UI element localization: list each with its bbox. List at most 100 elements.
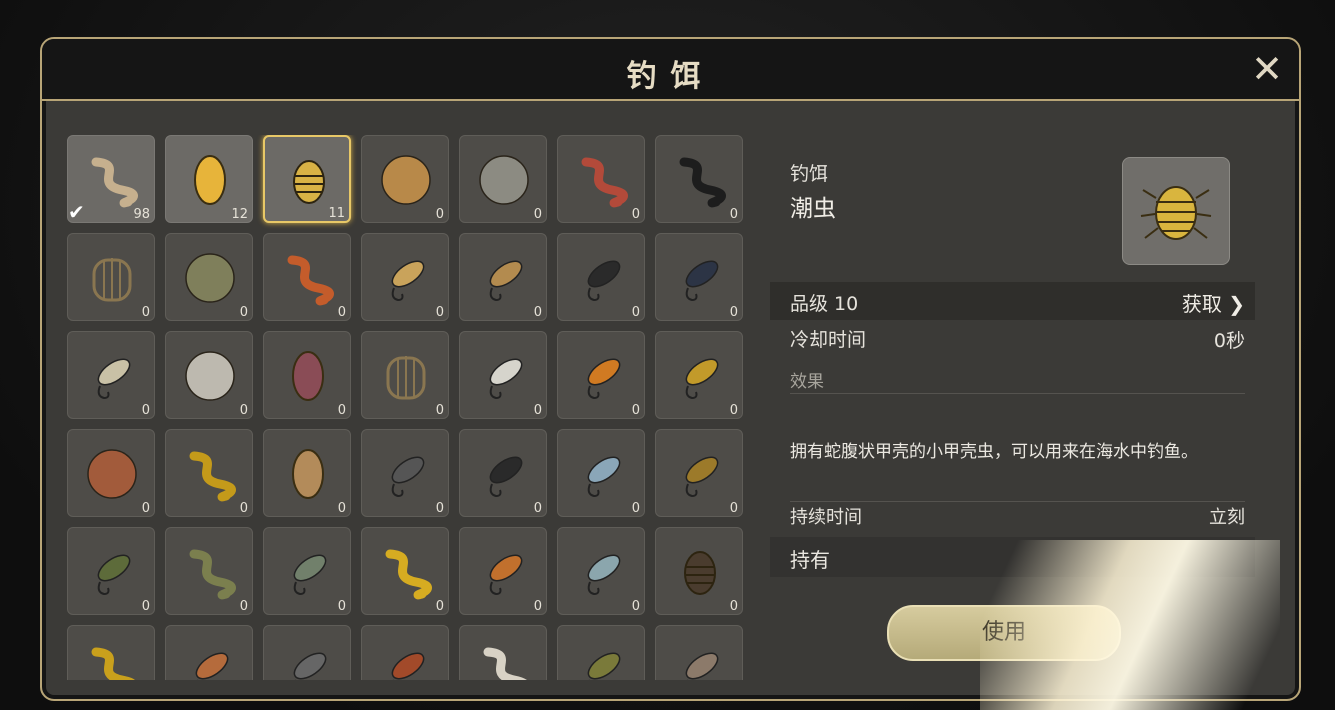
bait-slot[interactable]: 0 — [67, 527, 155, 615]
bait-slot[interactable] — [165, 625, 253, 680]
bait-slot[interactable]: 98 ✔ — [67, 135, 155, 224]
bait-slot[interactable] — [557, 625, 645, 680]
white-spoon-icon — [97, 358, 131, 400]
bait-slot[interactable]: 0 — [655, 527, 743, 615]
item-count: 0 — [435, 501, 444, 516]
bait-slot[interactable]: 0 — [557, 135, 645, 223]
window-title: 钓饵 — [626, 59, 715, 94]
crank-lure-icon — [489, 456, 523, 498]
bait-slot[interactable]: 11 — [263, 135, 351, 223]
item-count: 0 — [729, 599, 738, 614]
bait-slot[interactable]: 0 — [459, 429, 547, 517]
dragonfly-lure-icon — [391, 652, 425, 680]
spinner-lure-icon — [391, 456, 425, 498]
bait-slot[interactable]: 0 — [165, 527, 253, 615]
bait-slot[interactable]: 0 — [655, 135, 743, 223]
item-count: 0 — [239, 305, 248, 320]
item-thumbnail — [1122, 157, 1230, 265]
checkmark-icon: ✔ — [68, 200, 85, 224]
item-count: 0 — [533, 207, 542, 222]
bait-slot[interactable]: 0 — [361, 429, 449, 517]
bait-slot[interactable]: 0 — [165, 331, 253, 419]
red-worm-icon — [581, 157, 629, 208]
bait-slot[interactable] — [67, 625, 155, 680]
item-count: 0 — [631, 403, 640, 418]
bait-slot[interactable]: 0 — [459, 331, 547, 419]
item-count: 98 — [133, 207, 150, 222]
close-icon[interactable]: ✕ — [1249, 50, 1285, 88]
centipede-bait-icon — [91, 157, 139, 208]
bait-slot[interactable]: 0 — [361, 135, 449, 223]
bait-slot[interactable] — [361, 625, 449, 680]
item-count: 0 — [631, 501, 640, 516]
lizard-lure-icon — [293, 554, 327, 596]
bait-slot[interactable] — [459, 625, 547, 680]
item-count: 11 — [328, 206, 345, 221]
bait-slot[interactable]: 0 — [655, 233, 743, 321]
beetle-icon — [684, 551, 716, 595]
bait-slot[interactable] — [655, 625, 743, 680]
bait-slot[interactable]: 0 — [557, 527, 645, 615]
black-coil-icon — [679, 157, 727, 208]
bait-window: 钓饵 ✕ 98 ✔ 12 11 0 0 0 0 0 0 0 0 0 0 0 0 0 0 0 0 0 0 0 0 0 0 0 0 0 0 0 0… — [40, 37, 1301, 701]
bait-slot[interactable]: 0 — [557, 233, 645, 321]
cooldown-value: 0秒 — [1213, 330, 1245, 352]
bait-slot[interactable]: 0 — [263, 429, 351, 517]
bait-slot[interactable]: 0 — [67, 233, 155, 321]
grub-icon — [292, 449, 324, 499]
green-ball-icon — [185, 253, 235, 303]
bait-slot[interactable]: 0 — [263, 233, 351, 321]
feather-fly-icon — [685, 358, 719, 400]
item-count: 0 — [435, 599, 444, 614]
dough-ball-icon — [381, 155, 431, 205]
blue-spoon-icon — [587, 456, 621, 498]
bait-slot[interactable]: 0 — [655, 331, 743, 419]
item-count: 0 — [729, 403, 738, 418]
frog-lure-icon — [97, 554, 131, 596]
bait-slot[interactable]: 0 — [263, 331, 351, 419]
bait-slot[interactable]: 12 — [165, 135, 253, 223]
bait-slot[interactable]: 0 — [459, 233, 547, 321]
use-button[interactable]: 使用 — [887, 605, 1121, 661]
orange-worm-icon — [287, 255, 335, 306]
fly-lure-icon — [685, 260, 719, 302]
bait-slot[interactable] — [263, 625, 351, 680]
item-count: 0 — [337, 599, 346, 614]
title-bar: 钓饵 ✕ — [42, 39, 1299, 101]
item-count: 0 — [239, 501, 248, 516]
yellow-worm-icon — [189, 451, 237, 502]
white-ball-icon — [185, 351, 235, 401]
effect-label: 效果 — [790, 372, 824, 392]
bait-slot[interactable]: 0 — [67, 429, 155, 517]
grey-ball-icon — [479, 155, 529, 205]
bait-slot[interactable]: 0 — [165, 233, 253, 321]
bait-slot[interactable]: 0 — [263, 527, 351, 615]
bait-slot[interactable]: 0 — [165, 429, 253, 517]
bait-slot[interactable]: 0 — [67, 331, 155, 419]
duration-value: 立刻 — [1209, 507, 1245, 528]
item-description: 拥有蛇腹状甲壳的小甲壳虫，可以用来在海水中钓鱼。 — [790, 442, 1198, 462]
get-button[interactable]: 获取 ❯ — [1182, 288, 1245, 317]
bait-slot[interactable]: 0 — [557, 429, 645, 517]
divider — [790, 393, 1245, 394]
bait-slot[interactable]: 0 — [459, 527, 547, 615]
item-count: 0 — [337, 305, 346, 320]
bait-slot[interactable]: 0 — [557, 331, 645, 419]
item-count: 0 — [141, 599, 150, 614]
bait-slot[interactable]: 0 — [361, 233, 449, 321]
orange-spoon-icon — [587, 358, 621, 400]
chevron-right-icon: ❯ — [1221, 292, 1245, 316]
item-count: 0 — [533, 305, 542, 320]
squid-icon — [293, 652, 327, 680]
bait-slot[interactable]: 0 — [361, 331, 449, 419]
bait-slot[interactable]: 0 — [655, 429, 743, 517]
bait-slot[interactable]: 0 — [459, 135, 547, 223]
bait-grid: 98 ✔ 12 11 0 0 0 0 0 0 0 0 0 0 0 0 0 0 0 0 0 0 0 0 0 0 0 0 0 0 0 0 0 0 0 0 — [67, 135, 757, 680]
divider — [790, 501, 1245, 502]
bait-slot[interactable]: 0 — [361, 527, 449, 615]
item-count: 0 — [239, 403, 248, 418]
isopod-bait-icon — [1140, 186, 1212, 240]
item-count: 0 — [141, 501, 150, 516]
detail-panel: 钓饵 潮虫 品级 10 获取 ❯ 冷却时间 0秒 效果 拥有蛇腹状甲壳的小甲壳虫… — [770, 135, 1255, 680]
crank-lure-icon — [587, 260, 621, 302]
